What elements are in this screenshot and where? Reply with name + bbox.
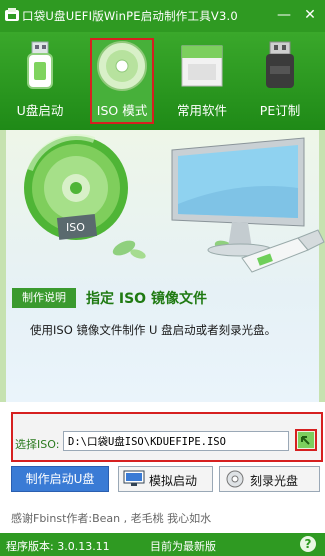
tab-iso-mode[interactable]: ISO 模式	[90, 38, 154, 124]
tab-common-software[interactable]: 常用软件	[170, 38, 234, 124]
simulate-boot-button[interactable]: 模拟启动	[118, 466, 213, 492]
credits-text: 感谢Fbinst作者:Bean , 老毛桃 我心如水	[11, 512, 212, 525]
iso-path-field[interactable]: D:\口袋U盘ISO\KDUEFIPE.ISO	[63, 431, 289, 451]
iso-disc-label: ISO	[66, 221, 85, 234]
update-status: 目前为最新版	[150, 540, 216, 553]
help-icon[interactable]: ?	[300, 536, 316, 552]
mode-description: 使用ISO 镜像文件制作 U 盘启动或者刻录光盘。	[30, 323, 277, 337]
tab-common-software-label: 常用软件	[176, 103, 227, 118]
tab-usb-boot-label: U盘启动	[16, 103, 64, 118]
burn-disc-label: 刻录光盘	[250, 474, 299, 488]
iso-illustration: ISO	[24, 134, 325, 273]
mode-banner: ISO	[0, 130, 325, 402]
minimize-button[interactable]: —	[272, 4, 296, 26]
close-button[interactable]: ✕	[298, 4, 322, 26]
window-title: 口袋U盘UEFI版WinPE启动制作工具V3.0	[22, 9, 238, 23]
tab-pe-custom-label: PE订制	[259, 103, 301, 118]
simulate-boot-label: 模拟启动	[149, 474, 198, 488]
make-boot-usb-button[interactable]: 制作启动U盘	[11, 466, 109, 492]
usb-flash-8gb-icon	[266, 41, 294, 88]
tab-usb-boot[interactable]: U盘启动	[8, 38, 72, 124]
browse-arrow-icon	[298, 432, 314, 448]
app-logo-icon	[5, 8, 19, 21]
usb-drive-icon	[27, 41, 53, 89]
main-toolbar: U盘启动 ISO 模式 常用软件 PE订制	[0, 32, 325, 130]
cd-icon	[226, 470, 244, 488]
browse-iso-button[interactable]	[295, 429, 317, 451]
tab-pe-custom[interactable]: PE订制	[248, 38, 312, 124]
disc-icon	[97, 41, 147, 91]
status-bar: 程序版本: 3.0.13.11 目前为最新版 ?	[0, 533, 325, 556]
monitor-graphic	[171, 137, 305, 257]
mode-heading: 指定 ISO 镜像文件	[86, 291, 207, 307]
tab-iso-mode-label: ISO 模式	[96, 103, 148, 118]
burn-disc-button[interactable]: 刻录光盘	[219, 466, 320, 492]
iso-select-label: 选择ISO:	[15, 438, 60, 451]
instructions-badge: 制作说明	[12, 288, 76, 308]
monitor-icon	[123, 470, 145, 486]
software-box-icon	[181, 45, 223, 87]
version-text: 程序版本: 3.0.13.11	[6, 540, 110, 553]
title-bar: 口袋U盘UEFI版WinPE启动制作工具V3.0 — ✕	[0, 0, 325, 32]
app-window: 口袋U盘UEFI版WinPE启动制作工具V3.0 — ✕ U盘启动 ISO 模式	[0, 0, 325, 556]
iso-select-group: 选择ISO: D:\口袋U盘ISO\KDUEFIPE.ISO	[11, 412, 323, 462]
